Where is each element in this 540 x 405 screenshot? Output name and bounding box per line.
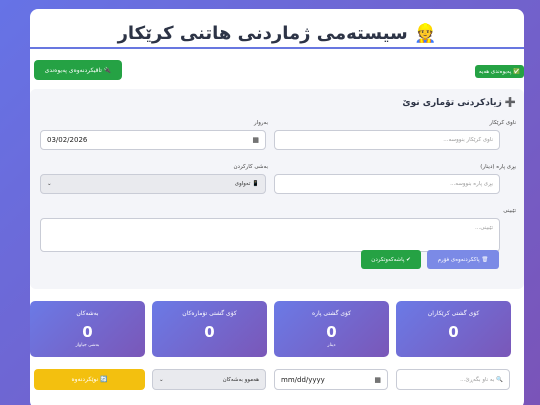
filter-shift-value: هەموو بەشەکان — [222, 376, 259, 383]
form-heading: ➕ زیادکردنی تۆماری نوێ — [402, 98, 516, 108]
save-button[interactable]: ✔ پاشەکەوتکردن — [361, 250, 421, 269]
search-input[interactable]: 🔍 بە ناو بگەڕێ... — [396, 369, 510, 390]
notes-textarea[interactable]: تێبینی... — [40, 218, 500, 252]
chevron-down-icon: ⌄ — [159, 376, 164, 383]
stat-sub: دینار — [327, 343, 336, 348]
notes-label: تێبینی — [503, 208, 516, 214]
name-label: ناوی کرێکار — [489, 120, 516, 126]
clear-form-button[interactable]: 🗑 پاککردنەوەی فۆرم — [427, 250, 499, 269]
stat-value: 0 — [204, 323, 215, 341]
stat-label: کۆی گشتی پارە — [311, 310, 352, 317]
stat-label: بەشەکان — [76, 310, 99, 317]
stat-card-workers: کۆی گشتی کرێکاران 0 — [396, 301, 511, 357]
calendar-icon: ▦ — [374, 375, 381, 384]
shift-label: بەشی کارکردن — [233, 164, 268, 170]
stat-value: 0 — [448, 323, 459, 341]
stat-card-sections: بەشەکان 0 بەشی جیاواز — [30, 301, 145, 357]
date-input[interactable]: 03/02/2026 ▦ — [40, 130, 266, 150]
stat-value: 0 — [326, 323, 337, 341]
worker-name-input[interactable]: ناوی کرێکار بنووسە... — [274, 130, 500, 150]
form-heading-text: زیادکردنی تۆماری نوێ — [402, 98, 502, 108]
shift-select[interactable]: 📱 تەواوی ⌄ — [40, 174, 266, 194]
page-title: 👷 سیستەمی ژماردنی هاتنی کرێکار — [117, 23, 437, 44]
stat-sub: بەشی جیاواز — [75, 343, 100, 348]
title-divider — [30, 47, 524, 49]
stat-value: 0 — [82, 323, 93, 341]
plus-icon: ➕ — [504, 98, 516, 108]
stat-label: کۆی گشتی تۆمارەکان — [182, 310, 237, 317]
filter-date-placeholder: mm/dd/yyyy — [281, 375, 325, 384]
date-label: بەروار — [254, 120, 268, 126]
amount-label: بڕی پارە (دینار) — [480, 164, 516, 170]
stat-card-records: کۆی گشتی تۆمارەکان 0 — [152, 301, 267, 357]
chevron-down-icon: ⌄ — [47, 181, 52, 187]
main-card: 👷 سیستەمی ژماردنی هاتنی کرێکار 🔌 تاقیکرد… — [30, 9, 524, 405]
calendar-icon: ▦ — [252, 136, 259, 144]
amount-input[interactable]: بڕی پارە بنووسە... — [274, 174, 500, 194]
refresh-button[interactable]: 🔄 نوێکردنەوە — [34, 369, 145, 390]
connection-status-badge: ✅ پەیوەندی هەیە — [474, 65, 524, 78]
filter-shift-select[interactable]: ⌄ هەموو بەشەکان — [152, 369, 266, 390]
filter-date-input[interactable]: mm/dd/yyyy ▦ — [274, 369, 388, 390]
stat-label: کۆی گشتی کرێکاران — [427, 310, 480, 317]
shift-selected-value: 📱 تەواوی — [234, 181, 259, 187]
test-connection-button[interactable]: 🔌 تاقیکردنەوەی پەیوەندی — [34, 60, 122, 80]
stat-card-money: کۆی گشتی پارە 0 دینار — [274, 301, 389, 357]
date-value: 03/02/2026 — [47, 136, 88, 144]
